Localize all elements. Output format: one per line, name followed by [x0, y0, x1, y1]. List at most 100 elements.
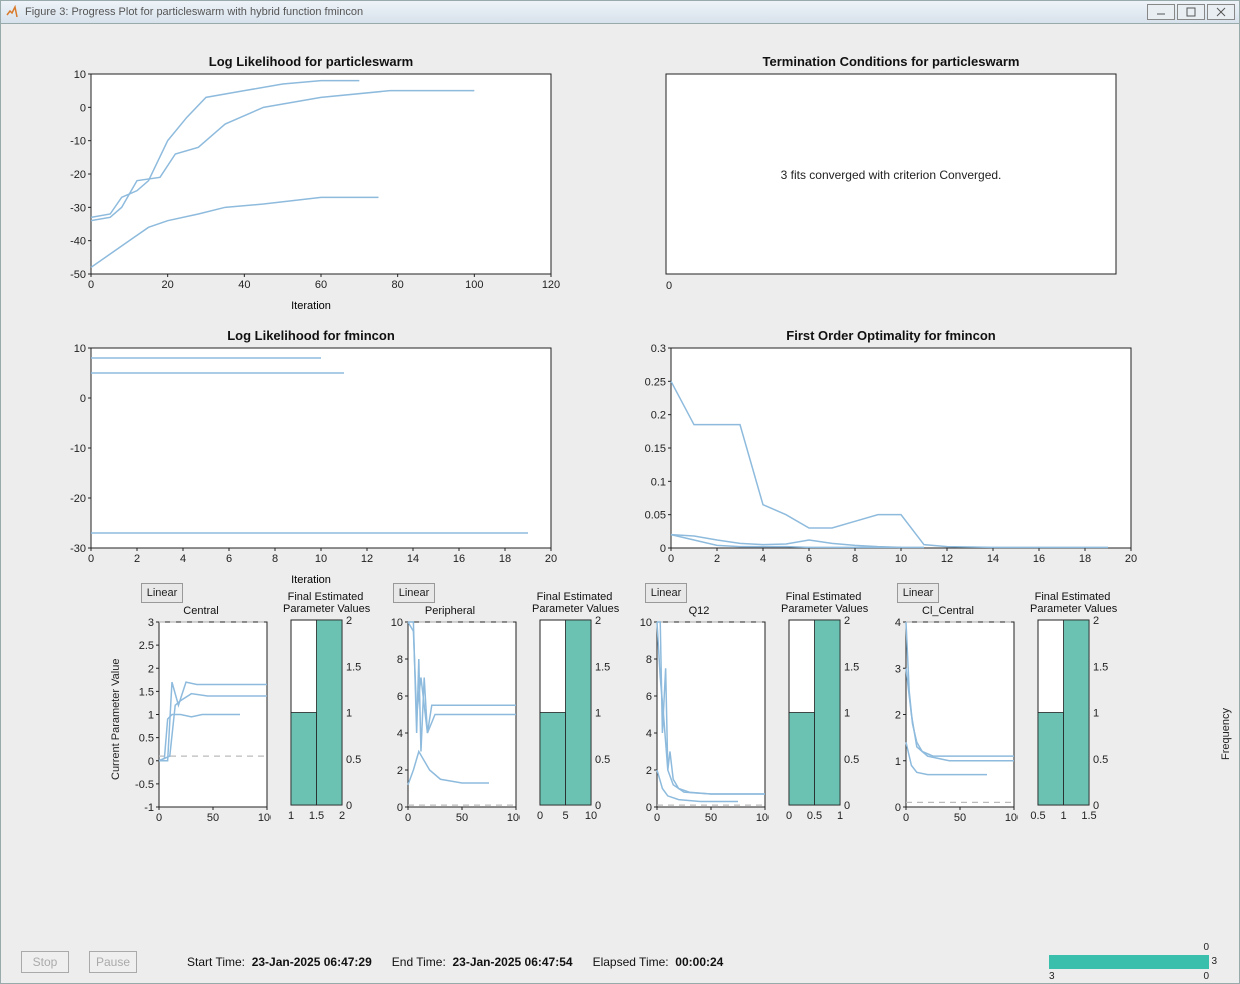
c2-zero: 0 [666, 280, 672, 292]
chart-hist-central: 00.511.5211.52 [283, 615, 368, 825]
svg-text:0: 0 [646, 802, 652, 814]
chart-param-central: -1-0.500.511.522.53050100 [131, 617, 271, 827]
start-label: Start Time: [187, 955, 245, 969]
svg-text:10: 10 [315, 553, 327, 565]
svg-text:1: 1 [595, 708, 601, 720]
svg-text:100: 100 [258, 812, 271, 824]
svg-text:10: 10 [585, 810, 597, 822]
hist-peripheral-title: Final Estimated Parameter Values [532, 591, 617, 615]
linear-button-q12[interactable]: Linear [645, 583, 687, 603]
svg-text:1: 1 [288, 810, 294, 822]
svg-text:60: 60 [315, 279, 327, 291]
svg-text:0: 0 [405, 812, 411, 824]
chart1-title: Log Likelihood for particleswarm [41, 54, 581, 69]
svg-text:8: 8 [272, 553, 278, 565]
svg-text:4: 4 [180, 553, 186, 565]
svg-text:0: 0 [156, 812, 162, 824]
ylabel-current-param: Current Parameter Value [109, 600, 123, 850]
chart-log-likelihood-fmincon: -30-20-1001002468101214161820 [41, 343, 581, 573]
svg-text:1: 1 [844, 708, 850, 720]
svg-text:-0.5: -0.5 [135, 779, 154, 791]
svg-text:18: 18 [1079, 553, 1091, 565]
maximize-button[interactable] [1177, 4, 1205, 20]
svg-text:0.1: 0.1 [651, 476, 666, 488]
progress-bar: 0 3 3 0 [1049, 955, 1209, 969]
chart-hist-peripheral: 00.511.520510 [532, 615, 617, 825]
ylabel-frequency: Frequency [1219, 600, 1233, 850]
svg-text:1.5: 1.5 [139, 686, 154, 698]
end-label: End Time: [392, 955, 446, 969]
chart-param-peripheral: 0246810050100 [380, 617, 520, 827]
svg-text:1.5: 1.5 [844, 661, 859, 673]
svg-text:2: 2 [646, 765, 652, 777]
svg-text:2.5: 2.5 [139, 640, 154, 652]
elapsed-label: Elapsed Time: [593, 955, 669, 969]
svg-text:-1: -1 [144, 802, 154, 814]
svg-text:6: 6 [806, 553, 812, 565]
svg-text:1: 1 [148, 710, 154, 722]
svg-text:-10: -10 [70, 443, 86, 455]
start-value: 23-Jan-2025 06:47:29 [252, 955, 372, 969]
chart2-title: Termination Conditions for particleswarm [621, 54, 1161, 69]
linear-button-cl[interactable]: Linear [897, 583, 939, 603]
svg-text:3: 3 [895, 663, 901, 675]
svg-text:0: 0 [88, 279, 94, 291]
svg-text:1: 1 [346, 708, 352, 720]
svg-text:100: 100 [756, 812, 769, 824]
svg-text:100: 100 [1005, 812, 1018, 824]
svg-text:-50: -50 [70, 269, 86, 281]
svg-text:10: 10 [895, 553, 907, 565]
svg-text:0: 0 [895, 802, 901, 814]
termination-text: 3 fits converged with criterion Converge… [781, 168, 1002, 182]
svg-text:1: 1 [1093, 708, 1099, 720]
svg-text:-40: -40 [70, 236, 86, 248]
matlab-icon [5, 5, 19, 19]
svg-text:0: 0 [786, 810, 792, 822]
stop-button[interactable]: Stop [21, 951, 69, 973]
svg-text:2: 2 [339, 810, 345, 822]
svg-text:12: 12 [361, 553, 373, 565]
svg-text:-20: -20 [70, 493, 86, 505]
chart-param-cl: 01234050100 [878, 617, 1018, 827]
footer: Stop Pause Start Time: 23-Jan-2025 06:47… [21, 951, 1209, 973]
svg-text:10: 10 [74, 69, 86, 81]
svg-text:1.5: 1.5 [346, 661, 361, 673]
pb-btm-r: 0 [1203, 971, 1209, 982]
svg-text:50: 50 [954, 812, 966, 824]
svg-text:8: 8 [397, 654, 403, 666]
titlebar[interactable]: Figure 3: Progress Plot for particleswar… [0, 0, 1240, 24]
svg-text:-20: -20 [70, 169, 86, 181]
svg-text:0.5: 0.5 [595, 754, 610, 766]
svg-text:2: 2 [1093, 615, 1099, 627]
svg-text:4: 4 [895, 617, 901, 629]
minimize-button[interactable] [1147, 4, 1175, 20]
svg-text:50: 50 [456, 812, 468, 824]
chart1-xlabel: Iteration [41, 300, 581, 312]
svg-text:14: 14 [407, 553, 419, 565]
linear-button-peripheral[interactable]: Linear [393, 583, 435, 603]
hist-q12-title: Final Estimated Parameter Values [781, 591, 866, 615]
svg-text:0: 0 [80, 102, 86, 114]
linear-button-central[interactable]: Linear [141, 583, 183, 603]
svg-text:6: 6 [397, 691, 403, 703]
svg-text:0: 0 [346, 800, 352, 812]
svg-text:100: 100 [465, 279, 483, 291]
svg-text:4: 4 [646, 728, 652, 740]
svg-text:2: 2 [148, 663, 154, 675]
panel-cl-title: Cl_Central [878, 605, 1018, 617]
svg-text:0.25: 0.25 [645, 376, 666, 388]
svg-text:0: 0 [844, 800, 850, 812]
svg-text:1.5: 1.5 [309, 810, 324, 822]
svg-text:14: 14 [987, 553, 999, 565]
svg-text:1: 1 [1060, 810, 1066, 822]
close-button[interactable] [1207, 4, 1235, 20]
svg-text:2: 2 [895, 710, 901, 722]
svg-text:1: 1 [837, 810, 843, 822]
svg-text:-10: -10 [70, 136, 86, 148]
chart-first-order-optimality: 00.050.10.150.20.250.302468101214161820 [621, 343, 1161, 573]
pause-button[interactable]: Pause [89, 951, 137, 973]
svg-text:0: 0 [88, 553, 94, 565]
svg-text:-30: -30 [70, 202, 86, 214]
svg-text:20: 20 [1125, 553, 1137, 565]
svg-text:0: 0 [903, 812, 909, 824]
